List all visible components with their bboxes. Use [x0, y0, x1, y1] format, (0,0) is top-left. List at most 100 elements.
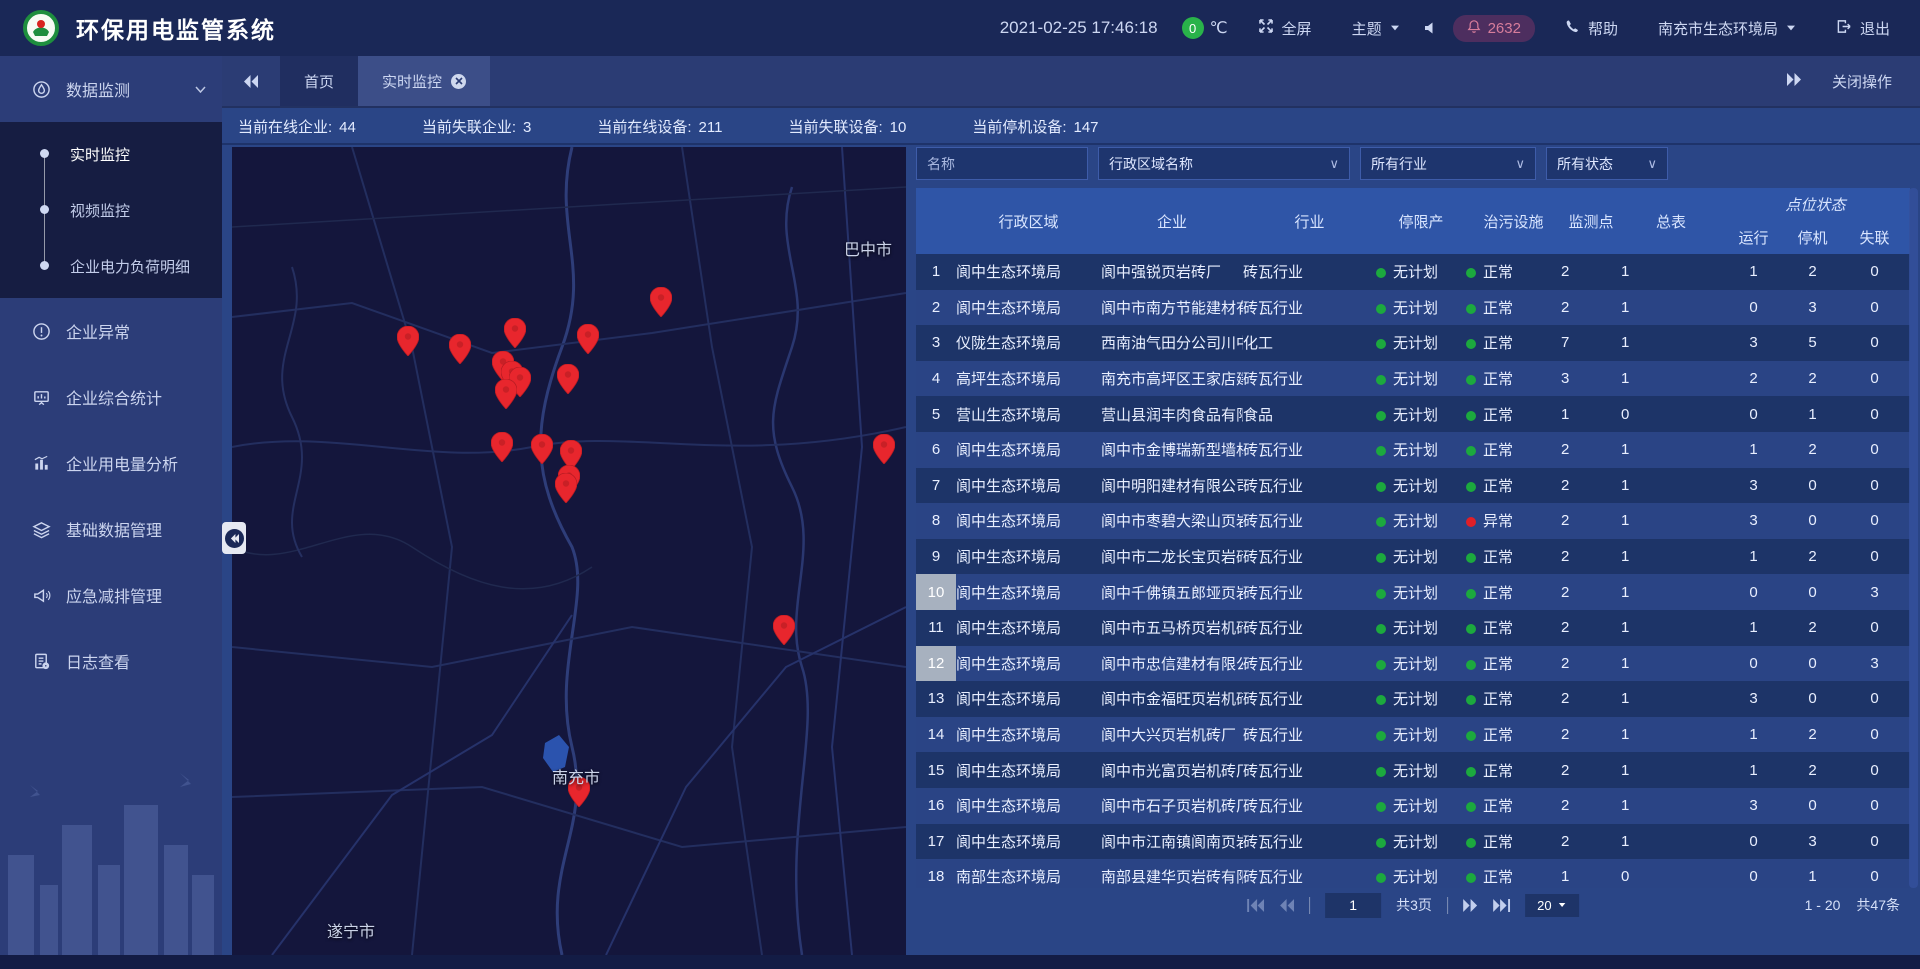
industry-filter-select[interactable]: 所有行业∨ [1360, 147, 1536, 180]
page-size-select[interactable]: 20 [1525, 894, 1579, 917]
logout-button[interactable]: 退出 [1830, 17, 1896, 40]
status-dot [1376, 446, 1386, 456]
sidebar-subitem-0-2[interactable]: 企业电力负荷明细 [0, 238, 222, 294]
sidebar-item-2[interactable]: 企业综合统计 [0, 364, 222, 430]
tabs-scroll-left-icon[interactable] [222, 56, 280, 106]
table-row[interactable]: 2 阆中生态环境局 阆中市南方节能建材有 砖瓦行业 无计划 正常 2 1 0 3… [916, 290, 1910, 326]
cell-facility-status: 正常 [1466, 717, 1561, 753]
map-pin[interactable] [491, 432, 513, 462]
table-row[interactable]: 13 阆中生态环境局 阆中市金福旺页岩机砖 砖瓦行业 无计划 正常 2 1 3 … [916, 681, 1910, 717]
sidebar-item-3[interactable]: 企业用电量分析 [0, 430, 222, 496]
cell-company: 阆中明阳建材有限公司 [1101, 468, 1243, 504]
tabs-scroll-right-icon[interactable] [1786, 73, 1802, 90]
cell-industry: 化工 [1243, 325, 1376, 361]
cell-region: 阆中生态环境局 [956, 539, 1101, 575]
map-pin[interactable] [555, 473, 577, 503]
table-row[interactable]: 8 阆中生态环境局 阆中市枣碧大梁山页岩 砖瓦行业 无计划 异常 2 1 3 0… [916, 503, 1910, 539]
page-number-input[interactable] [1325, 893, 1381, 918]
sidebar-subitem-0-0[interactable]: 实时监控 [0, 126, 222, 182]
table-row[interactable]: 3 仪陇生态环境局 西南油气田分公司川中 化工 无计划 正常 7 1 3 5 0 [916, 325, 1910, 361]
cell-industry: 砖瓦行业 [1243, 290, 1376, 326]
sidebar-item-0[interactable]: 数据监测 [0, 56, 222, 122]
table-row[interactable]: 5 营山生态环境局 营山县润丰肉食品有限 食品 无计划 正常 1 0 0 1 0 [916, 396, 1910, 432]
cell-index: 13 [916, 681, 956, 717]
table-row[interactable]: 10 阆中生态环境局 阆中千佛镇五郎垭页岩 砖瓦行业 无计划 正常 2 1 0 … [916, 574, 1910, 610]
tab-realtime-monitor[interactable]: 实时监控 [358, 56, 490, 106]
table-row[interactable]: 16 阆中生态环境局 阆中市石子页岩机砖厂 砖瓦行业 无计划 正常 2 1 3 … [916, 788, 1910, 824]
map-pin[interactable] [504, 318, 526, 348]
map-pin[interactable] [557, 364, 579, 394]
cell-running: 0 [1721, 824, 1786, 860]
cell-limit-status: 无计划 [1376, 432, 1466, 468]
help-button[interactable]: 帮助 [1559, 17, 1624, 40]
tab-home[interactable]: 首页 [280, 56, 358, 106]
map-pin[interactable] [650, 287, 672, 317]
cell-points: 2 [1561, 503, 1621, 539]
name-filter-input[interactable] [916, 147, 1088, 180]
sidebar-item-6[interactable]: 日志查看 [0, 628, 222, 694]
table-row[interactable]: 1 阆中生态环境局 阆中强锐页岩砖厂 砖瓦行业 无计划 正常 2 1 1 2 0 [916, 254, 1910, 290]
cell-industry: 砖瓦行业 [1243, 468, 1376, 504]
map-pin[interactable] [773, 615, 795, 645]
stat-item-3: 当前失联设备:10 [788, 116, 906, 137]
sidebar-item-4[interactable]: 基础数据管理 [0, 496, 222, 562]
cell-region: 阆中生态环境局 [956, 574, 1101, 610]
table-row[interactable]: 14 阆中生态环境局 阆中大兴页岩机砖厂 砖瓦行业 无计划 正常 2 1 1 2… [916, 717, 1910, 753]
temperature-unit: ℃ [1210, 18, 1228, 38]
tab-close-icon[interactable] [451, 74, 466, 89]
sidebar-subitem-0-1[interactable]: 视频监控 [0, 182, 222, 238]
cell-region: 阆中生态环境局 [956, 788, 1101, 824]
next-page-button[interactable] [1463, 899, 1478, 912]
prev-page-button[interactable] [1279, 899, 1294, 912]
region-filter-select[interactable]: 行政区域名称∨ [1098, 147, 1350, 180]
cell-region: 阆中生态环境局 [956, 824, 1101, 860]
last-page-button[interactable] [1493, 899, 1510, 912]
table-row[interactable]: 17 阆中生态环境局 阆中市江南镇阆南页岩 砖瓦行业 无计划 正常 2 1 0 … [916, 824, 1910, 860]
first-page-button[interactable] [1247, 899, 1264, 912]
close-operations-button[interactable]: 关闭操作 [1832, 71, 1892, 92]
cell-limit-status: 无计划 [1376, 824, 1466, 860]
table-row[interactable]: 9 阆中生态环境局 阆中市二龙长宝页岩砖 砖瓦行业 无计划 正常 2 1 1 2… [916, 539, 1910, 575]
status-dot [1376, 731, 1386, 741]
table-row[interactable]: 6 阆中生态环境局 阆中市金博瑞新型墙材 砖瓦行业 无计划 正常 2 1 1 2… [916, 432, 1910, 468]
table-scrollbar[interactable] [1909, 188, 1918, 888]
table-row[interactable]: 12 阆中生态环境局 阆中市忠信建材有限公 砖瓦行业 无计划 正常 2 1 0 … [916, 646, 1910, 682]
table-row[interactable]: 7 阆中生态环境局 阆中明阳建材有限公司 砖瓦行业 无计划 正常 2 1 3 0… [916, 468, 1910, 504]
cell-limit-status: 无计划 [1376, 254, 1466, 290]
notification-badge[interactable]: 2632 [1453, 15, 1535, 42]
status-filter-select[interactable]: 所有状态∨ [1546, 147, 1668, 180]
cell-industry: 砖瓦行业 [1243, 539, 1376, 575]
map-pin[interactable] [873, 434, 895, 464]
cell-running: 0 [1721, 646, 1786, 682]
org-menu-button[interactable]: 南充市生态环境局 [1652, 17, 1802, 40]
table-row[interactable]: 4 高坪生态环境局 南充市高坪区王家店建 砖瓦行业 无计划 正常 3 1 2 2… [916, 361, 1910, 397]
chevron-down-icon [1787, 26, 1795, 31]
map-pin[interactable] [397, 326, 419, 356]
fullscreen-button[interactable]: 全屏 [1252, 17, 1318, 40]
sidebar-item-1[interactable]: 企业异常 [0, 298, 222, 364]
mute-speaker-icon[interactable] [1424, 21, 1439, 35]
record-total-label: 共47条 [1856, 895, 1900, 915]
map-collapse-button[interactable] [222, 522, 246, 554]
cell-meters: 1 [1621, 432, 1721, 468]
cell-limit-status: 无计划 [1376, 361, 1466, 397]
table-row[interactable]: 15 阆中生态环境局 阆中市光富页岩机砖厂 砖瓦行业 无计划 正常 2 1 1 … [916, 752, 1910, 788]
map-pin[interactable] [495, 379, 517, 409]
theme-menu-button[interactable]: 主题 [1346, 17, 1406, 40]
sidebar-item-5[interactable]: 应急减排管理 [0, 562, 222, 628]
map-pin[interactable] [577, 324, 599, 354]
stat-item-4: 当前停机设备:147 [972, 116, 1098, 137]
table-row[interactable]: 11 阆中生态环境局 阆中市五马桥页岩机砖 砖瓦行业 无计划 正常 2 1 1 … [916, 610, 1910, 646]
cell-region: 阆中生态环境局 [956, 468, 1101, 504]
cell-running: 1 [1721, 539, 1786, 575]
cell-company: 阆中市江南镇阆南页岩 [1101, 824, 1243, 860]
app-logo-icon [22, 9, 60, 47]
cell-index: 10 [916, 574, 956, 610]
map-city-label: 巴中市 [844, 236, 892, 260]
map-pin[interactable] [449, 334, 471, 364]
app-window: 环保用电监管系统 2021-02-25 17:46:18 0 ℃ 全屏 主题 2… [0, 0, 1920, 969]
cell-facility-status: 正常 [1466, 468, 1561, 504]
cell-running: 1 [1721, 610, 1786, 646]
map-pin[interactable] [531, 434, 553, 464]
temperature: 0 ℃ [1182, 17, 1228, 39]
